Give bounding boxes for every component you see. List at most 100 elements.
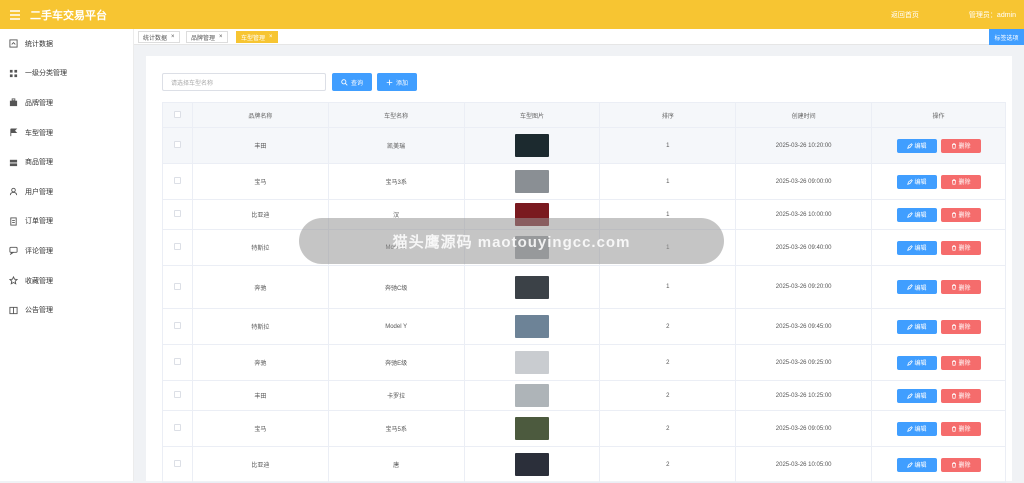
trash-icon [951, 142, 956, 149]
cell-brand: 丰田 [191, 380, 329, 411]
sidebar-item-label: 一级分类管理 [25, 70, 67, 78]
edit-button[interactable]: 编辑 [896, 388, 937, 403]
row-checkbox[interactable] [173, 460, 181, 467]
row-checkbox[interactable] [173, 177, 181, 184]
edit-button[interactable]: 编辑 [896, 355, 937, 370]
cell-created: 2025-03-26 09:25:00 [735, 344, 873, 381]
search-input[interactable]: 请选择车型名称 [162, 73, 326, 91]
sidebar-item[interactable]: 一级分类管理 [0, 59, 133, 89]
sidebar-item-label: 统计数据 [25, 40, 53, 48]
car-image [515, 351, 550, 374]
edit-button[interactable]: 编辑 [896, 174, 937, 189]
cell-model: 凯美瑞 [327, 127, 465, 164]
tab-bar: 统计数据 × 品牌管理 × 车型管理 × 标签选项 [134, 29, 1024, 45]
edit-button[interactable]: 编辑 [896, 138, 937, 153]
chart-icon [9, 39, 18, 48]
cell-created: 2025-03-26 09:40:00 [735, 229, 873, 266]
watermark-overlay: 猫头鹰源码 maotouyingcc.com [299, 218, 724, 264]
cell-sort: 1 [599, 265, 737, 309]
cell-created: 2025-03-26 10:00:00 [735, 199, 873, 230]
sidebar-item-label: 公告管理 [25, 307, 53, 315]
sidebar-item[interactable]: 商品管理 [0, 147, 133, 177]
table-row: 奔驰 奔驰C级 1 2025-03-26 09:20:00 编辑 删除 [162, 265, 1006, 309]
row-checkbox[interactable] [173, 424, 181, 431]
row-checkbox[interactable] [173, 141, 181, 148]
delete-button[interactable]: 删除 [940, 319, 981, 334]
delete-button[interactable]: 删除 [940, 207, 981, 222]
delete-button[interactable]: 删除 [940, 421, 981, 436]
tab-brand[interactable]: 品牌管理 × [186, 31, 228, 43]
cell-created: 2025-03-26 09:00:00 [735, 163, 873, 200]
edit-icon [906, 284, 913, 290]
comment-icon [9, 247, 18, 256]
car-image [515, 275, 550, 299]
edit-icon [906, 211, 913, 218]
sidebar-item[interactable]: 收藏管理 [0, 266, 133, 296]
sidebar-item[interactable]: 车型管理 [0, 118, 133, 148]
tab-options-button[interactable]: 标签选项 [989, 29, 1024, 45]
back-home-link[interactable]: 返回首页 [891, 10, 919, 20]
sidebar-item-label: 品牌管理 [25, 99, 53, 107]
cell-sort: 1 [599, 127, 737, 164]
cell-created: 2025-03-26 09:45:00 [735, 308, 873, 345]
edit-button[interactable]: 编辑 [896, 457, 937, 472]
row-checkbox[interactable] [173, 391, 181, 398]
row-checkbox[interactable] [173, 358, 181, 365]
close-icon[interactable]: × [219, 34, 223, 40]
book-icon [9, 306, 18, 314]
car-image [515, 384, 550, 407]
sidebar-item[interactable]: 评论管理 [0, 236, 133, 266]
delete-button[interactable]: 删除 [940, 457, 981, 472]
cell-brand: 特斯拉 [191, 308, 329, 345]
delete-button[interactable]: 删除 [940, 138, 981, 153]
cell-brand: 比亚迪 [191, 446, 329, 483]
app-title: 二手车交易平台 [30, 9, 107, 22]
sidebar-item[interactable]: 公告管理 [0, 295, 133, 325]
tab-model[interactable]: 车型管理 × [236, 31, 278, 43]
row-checkbox[interactable] [173, 322, 181, 329]
close-icon[interactable]: × [269, 34, 273, 40]
select-all-checkbox[interactable] [173, 110, 181, 118]
sidebar: 统计数据一级分类管理 品牌管理车型管理商品管理用户管理 订单管理 评论管理 收藏管理公告… [0, 29, 134, 481]
sidebar-item-label: 商品管理 [25, 159, 53, 167]
table-row: 丰田 凯美瑞 1 2025-03-26 10:20:00 编辑 删除 [162, 127, 1006, 164]
grid-icon [9, 69, 18, 77]
cell-created: 2025-03-26 09:05:00 [735, 410, 873, 447]
edit-icon [906, 461, 913, 468]
add-button[interactable]: 添加 [377, 73, 417, 91]
delete-button[interactable]: 删除 [940, 240, 981, 255]
edit-icon [906, 323, 913, 330]
row-checkbox[interactable] [173, 210, 181, 217]
delete-button[interactable]: 删除 [940, 174, 981, 189]
delete-button[interactable]: 删除 [940, 355, 981, 370]
model-table: 品牌名称 车型名称 车型图片 排序 创建时间 操作 丰田 凯美瑞 1 2025-03-… [162, 102, 1006, 483]
row-checkbox[interactable] [173, 243, 181, 250]
sidebar-item[interactable]: 统计数据 [0, 29, 133, 59]
sidebar-item[interactable]: 订单管理 [0, 207, 133, 237]
delete-button[interactable]: 删除 [940, 280, 981, 294]
edit-icon [906, 142, 913, 149]
query-button[interactable]: 查询 [332, 73, 372, 91]
edit-button[interactable]: 编辑 [896, 421, 937, 436]
delete-button[interactable]: 删除 [940, 388, 981, 403]
star-icon [9, 276, 18, 285]
top-bar: 二手车交易平台 返回首页 管理员：admin [0, 0, 1024, 29]
sidebar-item[interactable]: 用户管理 [0, 177, 133, 207]
close-icon[interactable]: × [171, 34, 175, 40]
document-icon [10, 217, 17, 226]
tab-stats[interactable]: 统计数据 × [138, 31, 180, 43]
edit-button[interactable]: 编辑 [896, 207, 937, 222]
table-row: 比亚迪唐 2 2025-03-26 10:05:00 编辑 删除 [162, 446, 1006, 483]
cell-sort: 2 [599, 380, 737, 411]
edit-button[interactable]: 编辑 [896, 240, 937, 255]
trash-icon [951, 211, 956, 218]
flag-icon [10, 128, 18, 137]
edit-button[interactable]: 编辑 [896, 319, 937, 334]
edit-button[interactable]: 编辑 [896, 280, 937, 294]
header-model: 车型名称 [327, 102, 465, 128]
menu-toggle-icon[interactable] [0, 0, 30, 29]
cell-model: 宝马3系 [327, 163, 465, 200]
sidebar-item[interactable]: 品牌管理 [0, 88, 133, 118]
row-checkbox[interactable] [173, 282, 181, 290]
user-menu[interactable]: 管理员：admin [969, 10, 1016, 20]
